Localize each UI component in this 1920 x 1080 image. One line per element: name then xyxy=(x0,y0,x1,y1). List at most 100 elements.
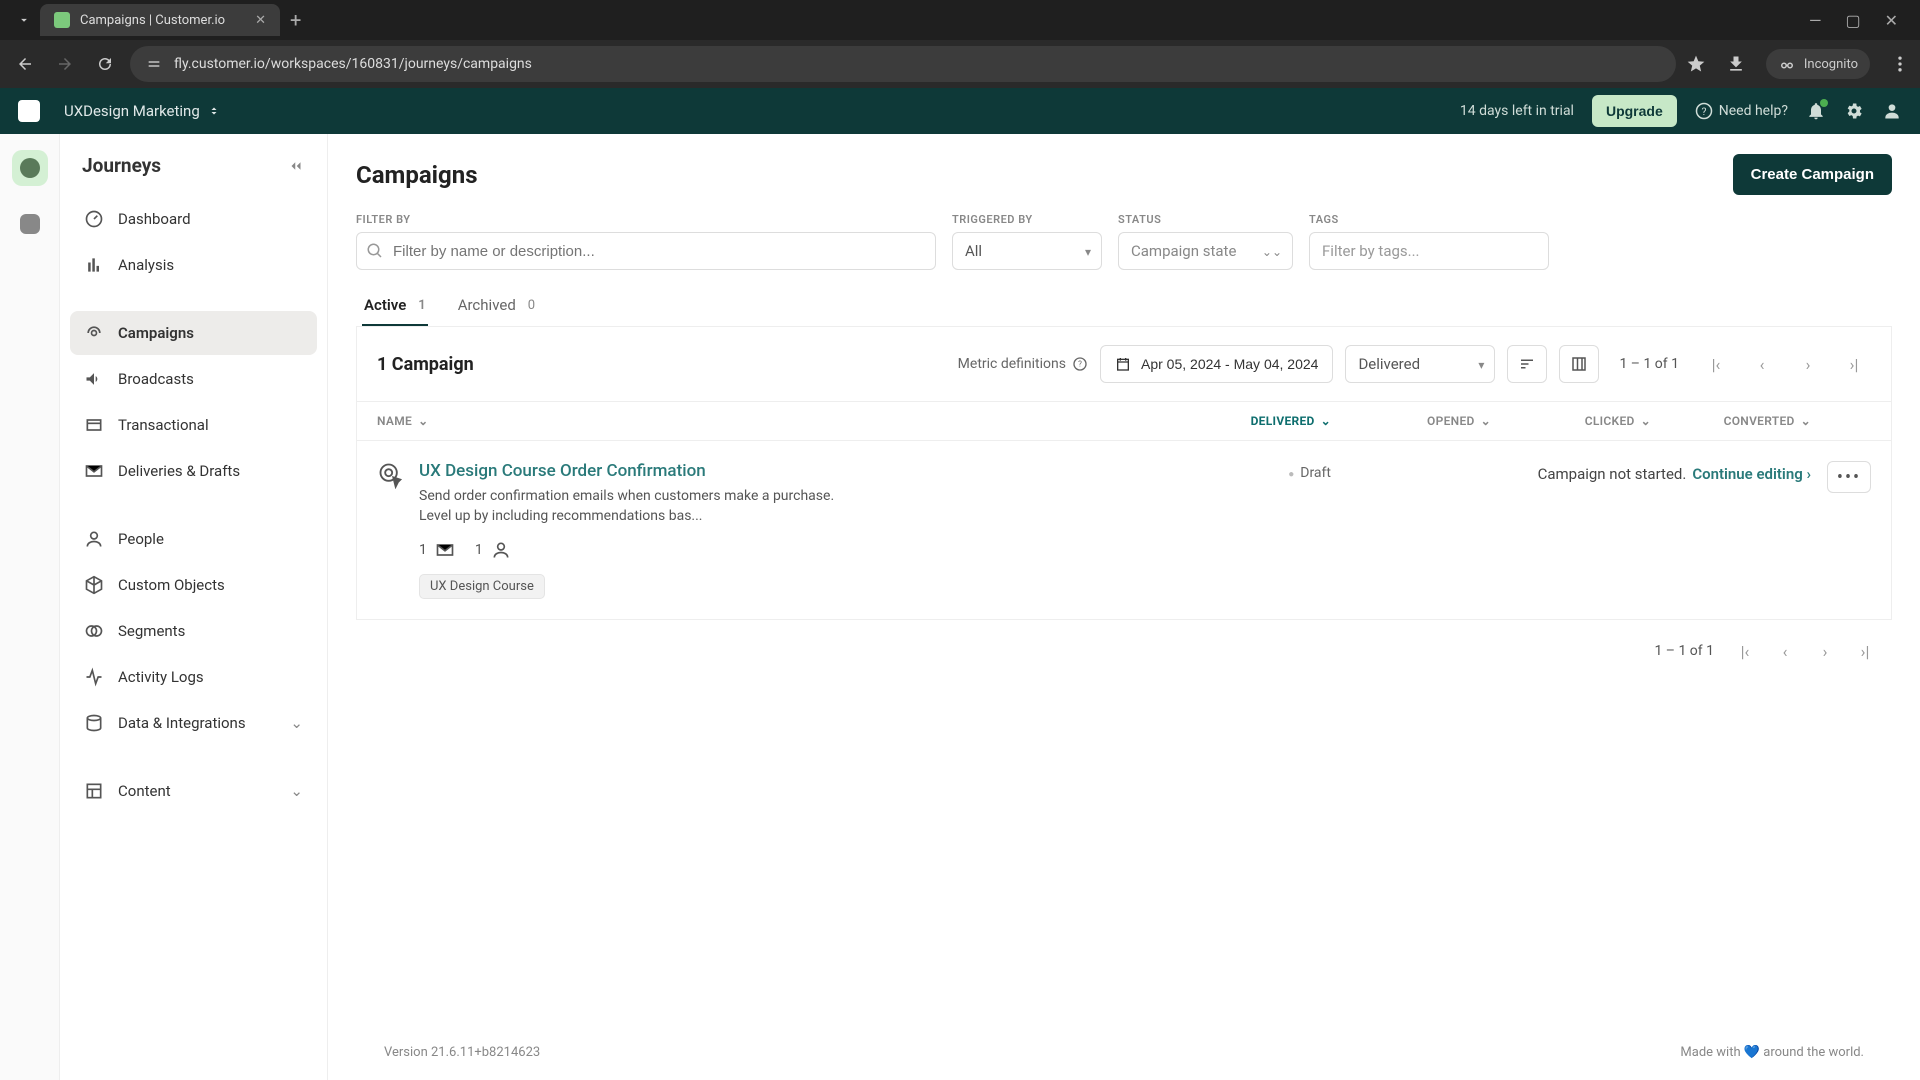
tags-filter-input[interactable]: Filter by tags... xyxy=(1309,232,1549,270)
sidebar-item-custom-objects[interactable]: Custom Objects xyxy=(70,563,317,607)
caret-down-icon: ▾ xyxy=(1478,358,1484,372)
maximize-button[interactable]: ▢ xyxy=(1845,11,1860,30)
bookmark-star-icon[interactable] xyxy=(1686,54,1706,74)
page-next-button[interactable]: › xyxy=(1791,347,1825,381)
app-header: UXDesign Marketing 14 days left in trial… xyxy=(0,88,1920,134)
page-first-button-bottom[interactable]: |‹ xyxy=(1728,634,1762,668)
triggered-by-select[interactable]: All ▾ xyxy=(952,232,1102,270)
gauge-icon xyxy=(84,209,104,229)
pagination-info: 1 – 1 of 1 xyxy=(1611,356,1687,372)
sidebar-item-data-integrations[interactable]: Data & Integrations ⌄ xyxy=(70,701,317,745)
campaign-title-link[interactable]: UX Design Course Order Confirmation xyxy=(419,461,1171,481)
sidebar-item-campaigns[interactable]: Campaigns xyxy=(70,311,317,355)
address-bar[interactable]: fly.customer.io/workspaces/160831/journe… xyxy=(130,46,1676,82)
column-opened[interactable]: OPENED ⌄ xyxy=(1331,414,1491,428)
site-info-icon[interactable] xyxy=(146,56,162,72)
status-select[interactable]: Campaign state ⌄⌄ xyxy=(1118,232,1293,270)
sidebar-item-people[interactable]: People xyxy=(70,517,317,561)
account-button[interactable] xyxy=(1882,101,1902,121)
browser-chrome: Campaigns | Customer.io ✕ + — ▢ ✕ fly.cu… xyxy=(0,0,1920,88)
notifications-button[interactable] xyxy=(1806,101,1826,121)
new-tab-button[interactable]: + xyxy=(290,8,301,32)
chevron-down-icon: ⌄ xyxy=(290,714,303,732)
column-clicked[interactable]: CLICKED ⌄ xyxy=(1491,414,1651,428)
page-first-button[interactable]: |‹ xyxy=(1699,347,1733,381)
reload-button[interactable] xyxy=(90,49,120,79)
sidebar-item-content[interactable]: Content ⌄ xyxy=(70,769,317,813)
search-icon xyxy=(366,242,384,260)
user-icon xyxy=(1882,101,1902,121)
sidebar-item-analysis[interactable]: Analysis xyxy=(70,243,317,287)
collapse-sidebar-button[interactable] xyxy=(287,157,305,175)
triggered-by-label: TRIGGERED BY xyxy=(952,213,1102,226)
version-text: Version 21.6.11+b8214623 xyxy=(384,1045,540,1060)
column-name[interactable]: NAME ⌄ xyxy=(377,414,1171,428)
campaign-description: Send order confirmation emails when cust… xyxy=(419,487,859,526)
sort-caret-icon: ⌄ xyxy=(1641,414,1651,428)
people-count: 1 xyxy=(475,540,511,560)
envelope-icon xyxy=(84,461,104,481)
upgrade-button[interactable]: Upgrade xyxy=(1592,95,1677,127)
help-link[interactable]: ? Need help? xyxy=(1695,102,1788,120)
status-badge: Draft xyxy=(1288,465,1331,481)
sidebar-item-activity-logs[interactable]: Activity Logs xyxy=(70,655,317,699)
sidebar-item-transactional[interactable]: Transactional xyxy=(70,403,317,447)
database-icon xyxy=(84,713,104,733)
browser-tab[interactable]: Campaigns | Customer.io ✕ xyxy=(40,4,280,36)
page-title: Campaigns xyxy=(356,161,478,189)
incognito-badge[interactable]: Incognito xyxy=(1766,49,1870,79)
tab-archived[interactable]: Archived 0 xyxy=(456,286,537,326)
workspace-switcher[interactable]: UXDesign Marketing xyxy=(64,102,220,120)
columns-button[interactable] xyxy=(1559,345,1599,383)
sidebar-item-broadcasts[interactable]: Broadcasts xyxy=(70,357,317,401)
page-last-button-bottom[interactable]: ›| xyxy=(1848,634,1882,668)
close-tab-icon[interactable]: ✕ xyxy=(255,13,266,28)
envelope-icon xyxy=(435,540,455,560)
minimize-button[interactable]: — xyxy=(1809,11,1822,30)
sort-caret-icon: ⌄ xyxy=(1481,414,1491,428)
campaign-tag[interactable]: UX Design Course xyxy=(419,574,545,599)
date-range-button[interactable]: Apr 05, 2024 - May 04, 2024 xyxy=(1100,345,1333,383)
forward-button[interactable] xyxy=(50,49,80,79)
mini-nav-journeys[interactable] xyxy=(12,150,48,186)
page-prev-button[interactable]: ‹ xyxy=(1745,347,1779,381)
sidebar-item-deliveries[interactable]: Deliveries & Drafts xyxy=(70,449,317,493)
chevron-updown-icon xyxy=(208,105,220,117)
cube-icon xyxy=(84,575,104,595)
column-delivered[interactable]: DELIVERED ⌄ xyxy=(1171,414,1331,428)
sort-button[interactable] xyxy=(1507,345,1547,383)
close-window-button[interactable]: ✕ xyxy=(1885,11,1898,30)
menu-dots-icon[interactable] xyxy=(1890,54,1910,74)
mini-nav-other[interactable] xyxy=(12,206,48,242)
more-actions-button[interactable]: ••• xyxy=(1827,461,1871,493)
filter-name-input[interactable] xyxy=(356,232,936,270)
svg-text:?: ? xyxy=(1701,105,1706,118)
download-icon[interactable] xyxy=(1726,54,1746,74)
calendar-icon xyxy=(1115,356,1131,372)
app-logo-icon[interactable] xyxy=(18,100,40,122)
segments-icon xyxy=(84,621,104,641)
metric-select[interactable]: Delivered ▾ xyxy=(1345,345,1495,383)
sidebar-item-segments[interactable]: Segments xyxy=(70,609,317,653)
tab-active[interactable]: Active 1 xyxy=(362,286,428,326)
caret-down-icon: ▾ xyxy=(1085,245,1091,259)
sidebar-item-dashboard[interactable]: Dashboard xyxy=(70,197,317,241)
reload-icon xyxy=(96,55,114,73)
help-circle-icon: ? xyxy=(1072,356,1088,372)
footer-text: Made with 💙 around the world. xyxy=(1680,1045,1864,1060)
continue-editing-link[interactable]: Continue editing › xyxy=(1692,465,1811,483)
page-last-button[interactable]: ›| xyxy=(1837,347,1871,381)
create-campaign-button[interactable]: Create Campaign xyxy=(1733,154,1892,195)
back-button[interactable] xyxy=(10,49,40,79)
page-prev-button-bottom[interactable]: ‹ xyxy=(1768,634,1802,668)
layout-icon xyxy=(84,781,104,801)
transactional-icon xyxy=(84,415,104,435)
metric-definitions-link[interactable]: Metric definitions ? xyxy=(958,356,1088,372)
gear-icon xyxy=(1844,101,1864,121)
url-text: fly.customer.io/workspaces/160831/journe… xyxy=(174,56,532,72)
workspace-name: UXDesign Marketing xyxy=(64,102,200,120)
settings-button[interactable] xyxy=(1844,101,1864,121)
column-converted[interactable]: CONVERTED ⌄ xyxy=(1651,414,1811,428)
page-next-button-bottom[interactable]: › xyxy=(1808,634,1842,668)
tab-search-dropdown[interactable] xyxy=(8,13,40,27)
